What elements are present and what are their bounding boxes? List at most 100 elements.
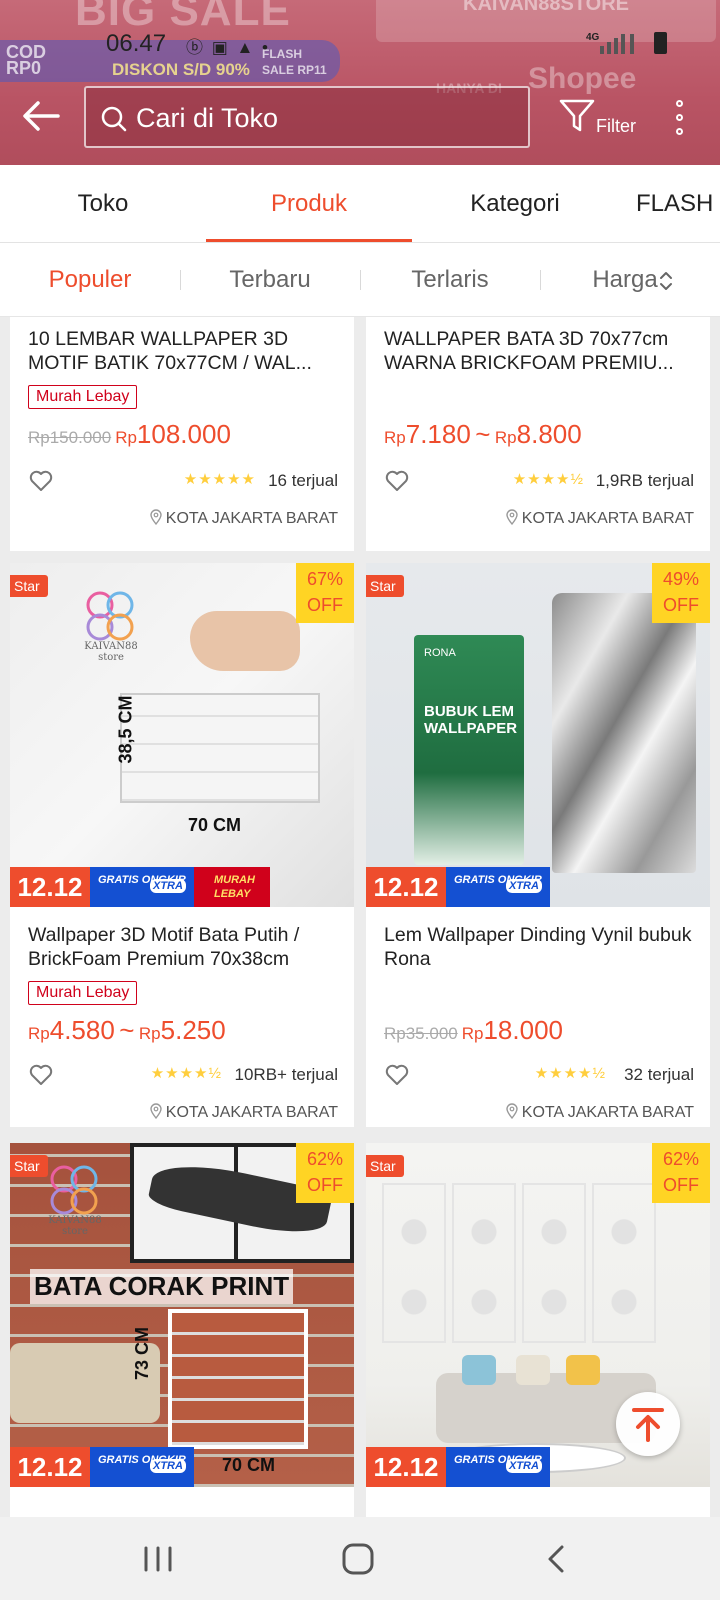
discount-off: OFF [663,1175,699,1195]
home-icon[interactable] [338,1539,378,1579]
product-name: 10 LEMBAR WALLPAPER 3D MOTIF BATIK 70x77… [28,328,312,374]
product-price-value: 108.000 [136,419,231,449]
location-pin-icon [150,509,162,525]
promo-1212: 12.12 [10,867,90,907]
rating-stars: ★★★★½ [512,471,584,488]
product-image[interactable]: RONA BUBUK LEM WALLPAPER Star 49% OFF 12.… [366,563,710,907]
star-badge: Star [366,575,404,597]
search-icon [101,106,127,132]
product-location-text: KOTA JAKARTA BARAT [521,510,694,527]
wall-panel [382,1183,446,1343]
rating-stars: ★★★★★ [183,471,256,488]
tab-produk[interactable]: Produk [206,165,412,243]
discount-badge: 62% OFF [296,1143,354,1203]
sold-count: 32 terjual [624,1065,694,1084]
filter-label: Filter [596,116,636,136]
more-vertical-icon [676,100,683,107]
product-price: Rp7.180 ~ Rp8.800 [384,419,582,450]
heart-icon[interactable] [384,469,410,493]
banner-cod: COD RP0 [6,43,46,78]
product-name: Wallpaper 3D Motif Bata Putih / BrickFoa… [28,924,300,970]
recent-apps-icon[interactable] [138,1539,178,1579]
tab-kategori[interactable]: Kategori [412,165,618,243]
product-name: WALLPAPER BATA 3D 70x77cm WARNA BRICKFOA… [384,328,674,374]
back-icon[interactable] [538,1539,578,1579]
store-logo-text: KAIVAN88 store [84,641,138,663]
product-price-min: 4.580 [49,1015,115,1045]
product-price-max: 8.800 [516,419,582,449]
product-currency: Rp [28,1024,50,1043]
banner-shopee: Shopee [528,62,637,95]
scroll-to-top-button[interactable] [616,1392,680,1456]
product-location: KOTA JAKARTA BARAT [150,1103,338,1122]
product-card[interactable]: KAIVAN88 store 38,5 CM 70 CM Star 67% OFF… [10,563,354,1127]
heart-icon[interactable] [28,1063,54,1087]
sort-bar: Populer Terbaru Terlaris Harga [0,243,720,317]
product-card[interactable]: KAIVAN88 store BATA CORAK PRINT 73 CM 70… [10,1143,354,1517]
dimension-horizontal: 70 CM [188,815,242,835]
product-currency: Rp [138,1024,161,1043]
product-image[interactable]: KAIVAN88 store 38,5 CM 70 CM Star 67% OFF… [10,563,354,907]
promo-xtra: XTRA [506,879,542,893]
product-old-price: Rp35.000 [384,1024,458,1043]
promo-bar: 12.12 GRATIS ONGKIR XTRA [10,1447,354,1487]
sort-terlaris[interactable]: Terlaris [360,243,540,317]
tab-active-indicator [206,239,412,242]
promo-1212: 12.12 [366,867,446,907]
sort-harga-label: Harga [592,266,658,293]
wall-panel [452,1183,516,1343]
tab-flash[interactable]: FLASH [636,165,720,243]
pillow [516,1355,550,1385]
status-right-icons: 4G [586,30,686,58]
rating-stars: ★★★★½ [534,1065,606,1082]
product-currency: Rp [461,1024,484,1043]
filter-icon [559,99,595,132]
brick-swatch [168,1309,308,1449]
banner-cod-sub: RP0 [6,58,42,78]
sort-populer[interactable]: Populer [0,243,180,317]
product-card[interactable]: 10 LEMBAR WALLPAPER 3D MOTIF BATIK 70x77… [10,317,354,551]
foil-pack [552,593,696,873]
glue-box [414,635,524,865]
search-input[interactable]: Cari di Toko [84,86,530,148]
product-location-text: KOTA JAKARTA BARAT [165,510,338,527]
sort-terbaru[interactable]: Terbaru [180,243,360,317]
brick-panel [120,693,320,803]
product-card[interactable]: Star 62% OFF 12.12 GRATIS ONGKIR XTRA [366,1143,710,1517]
tab-toko[interactable]: Toko [0,165,206,243]
product-location-text: KOTA JAKARTA BARAT [165,1104,338,1121]
discount-badge: 67% OFF [296,563,354,623]
product-image[interactable]: KAIVAN88 store BATA CORAK PRINT 73 CM 70… [10,1143,354,1487]
glue-box-title: BUBUK LEM WALLPAPER [424,703,518,737]
more-options-button[interactable] [668,96,692,144]
location-pin-icon [150,1103,162,1119]
product-currency: Rp [494,428,517,447]
filter-button[interactable]: Filter [558,98,638,142]
product-price: Rp4.580 ~ Rp5.250 [28,1015,226,1046]
product-card[interactable]: WALLPAPER BATA 3D 70x77cm WARNA BRICKFOA… [366,317,710,551]
arrow-up-icon [632,1408,664,1442]
discount-value: 49% [662,569,700,589]
pillow [566,1355,600,1385]
sort-harga[interactable]: Harga [540,243,710,317]
product-currency: Rp [384,428,406,447]
promo-bar: 12.12 GRATIS ONGKIR XTRA MURAH LEBAY [10,867,354,907]
product-price-sep: ~ [119,1015,135,1045]
product-name: Lem Wallpaper Dinding Vynil bubuk Rona [384,924,692,970]
product-location-text: KOTA JAKARTA BARAT [521,1104,694,1121]
banner-flash: FLASH SALE RP11 [262,47,327,77]
product-tag: Murah Lebay [28,981,138,1005]
battery-icon [654,32,667,54]
product-card[interactable]: RONA BUBUK LEM WALLPAPER Star 49% OFF 12.… [366,563,710,1127]
star-badge: Star [366,1155,404,1177]
back-button[interactable] [18,92,66,140]
back-arrow-icon [23,101,60,131]
promo-xtra: XTRA [150,879,186,893]
location-pin-icon [506,1103,518,1119]
discount-off: OFF [307,1175,343,1195]
heart-icon[interactable] [28,469,54,493]
pillow [462,1355,496,1385]
banner-diskon: DISKON S/D 90% [112,60,250,79]
product-currency: Rp [115,428,137,447]
heart-icon[interactable] [384,1063,410,1087]
